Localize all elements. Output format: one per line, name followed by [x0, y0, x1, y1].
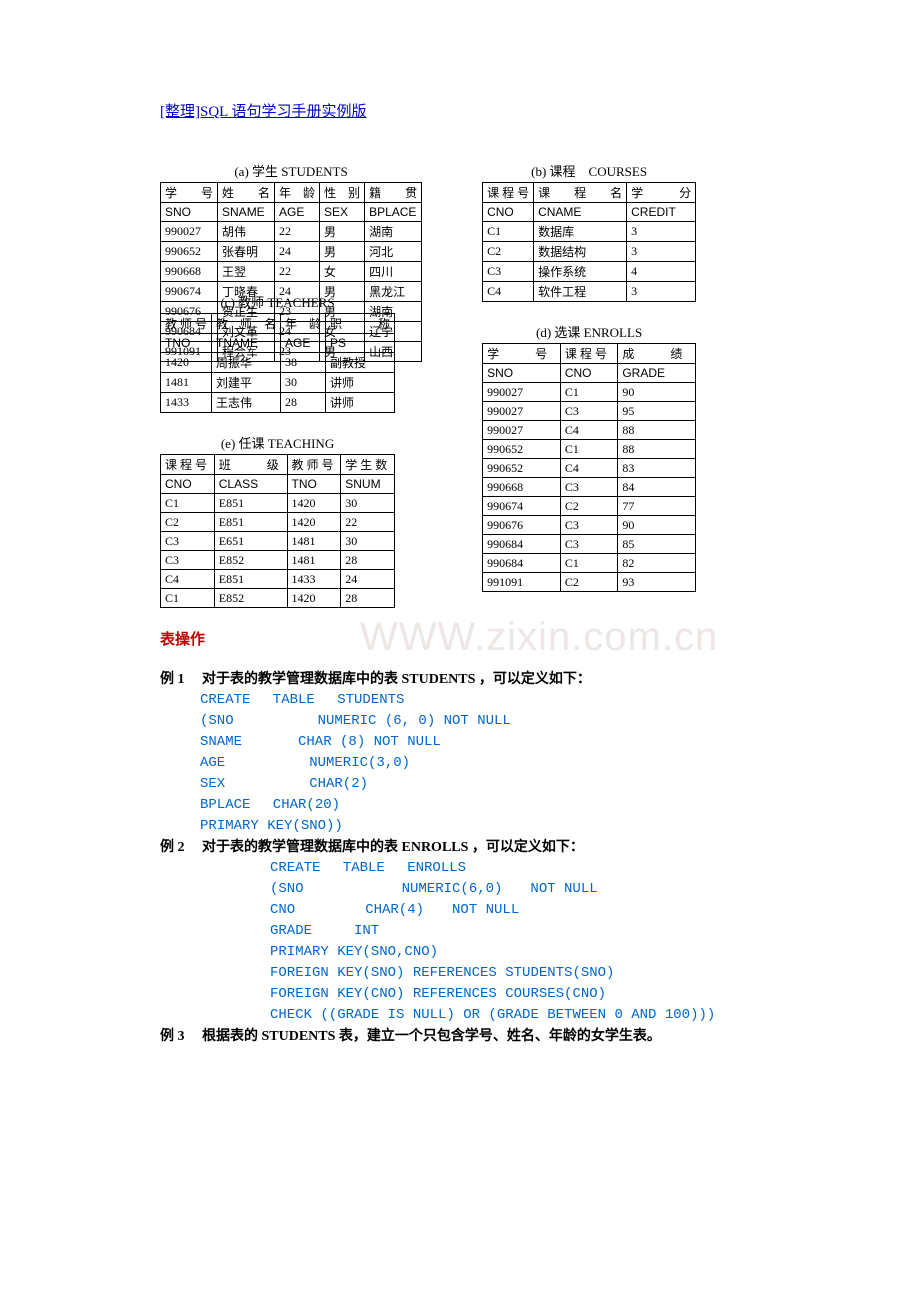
- example-2: 例 2 对于表的教学管理数据库中的表 ENROLLS ，可以定义如下： CREA…: [160, 837, 760, 1026]
- table-e-caption: (e) 任课 TEACHING: [160, 433, 395, 452]
- example-3: 例 3 根据表的 STUDENTS 表，建立一个只包含学号、姓名、年龄的女学生表…: [160, 1026, 760, 1047]
- table-teachers: 教 师 号教 师 名年 龄职 称TNOTNAMEAGEPS1420周振华38副教…: [160, 313, 395, 413]
- table-d-caption: (d) 选课 ENROLLS: [482, 322, 696, 341]
- example-1: 例 1 对于表的教学管理数据库中的表 STUDENTS ，可以定义如下： CRE…: [160, 669, 760, 837]
- example-2-title: 例 2 对于表的教学管理数据库中的表 ENROLLS ，可以定义如下：: [160, 840, 584, 855]
- table-c-caption: (c) 教师 TEACHERS: [160, 292, 395, 311]
- section-heading: 表操作: [160, 628, 760, 649]
- table-courses: 课 程 号课 程 名学 分CNOCNAMECREDITC1数据库3C2数据结构3…: [482, 182, 696, 302]
- example-1-code: CREATE TABLE STUDENTS (SNO NUMERIC (6, 0…: [160, 690, 760, 837]
- example-3-title: 例 3 根据表的 STUDENTS 表，建立一个只包含学号、姓名、年龄的女学生表…: [160, 1029, 661, 1044]
- example-2-code: CREATE TABLE ENROLLS (SNO NUMERIC(6,0) N…: [160, 858, 760, 1026]
- example-1-title: 例 1 对于表的教学管理数据库中的表 STUDENTS ，可以定义如下：: [160, 672, 591, 687]
- table-teaching: 课 程 号班 级教 师 号学 生 数CNOCLASSTNOSNUMC1E8511…: [160, 454, 395, 608]
- document-page: [整理]SQL 语句学习手册实例版 (a) 学生 STUDENTS 学 号姓 名…: [0, 0, 920, 1107]
- table-enrolls: 学 号课 程 号成 绩SNOCNOGRADE990027C190990027C3…: [482, 343, 696, 592]
- table-a-caption: (a) 学生 STUDENTS: [160, 161, 422, 180]
- table-b-caption: (b) 课程 COURSES: [482, 161, 696, 180]
- doc-title-link[interactable]: [整理]SQL 语句学习手册实例版: [160, 100, 367, 121]
